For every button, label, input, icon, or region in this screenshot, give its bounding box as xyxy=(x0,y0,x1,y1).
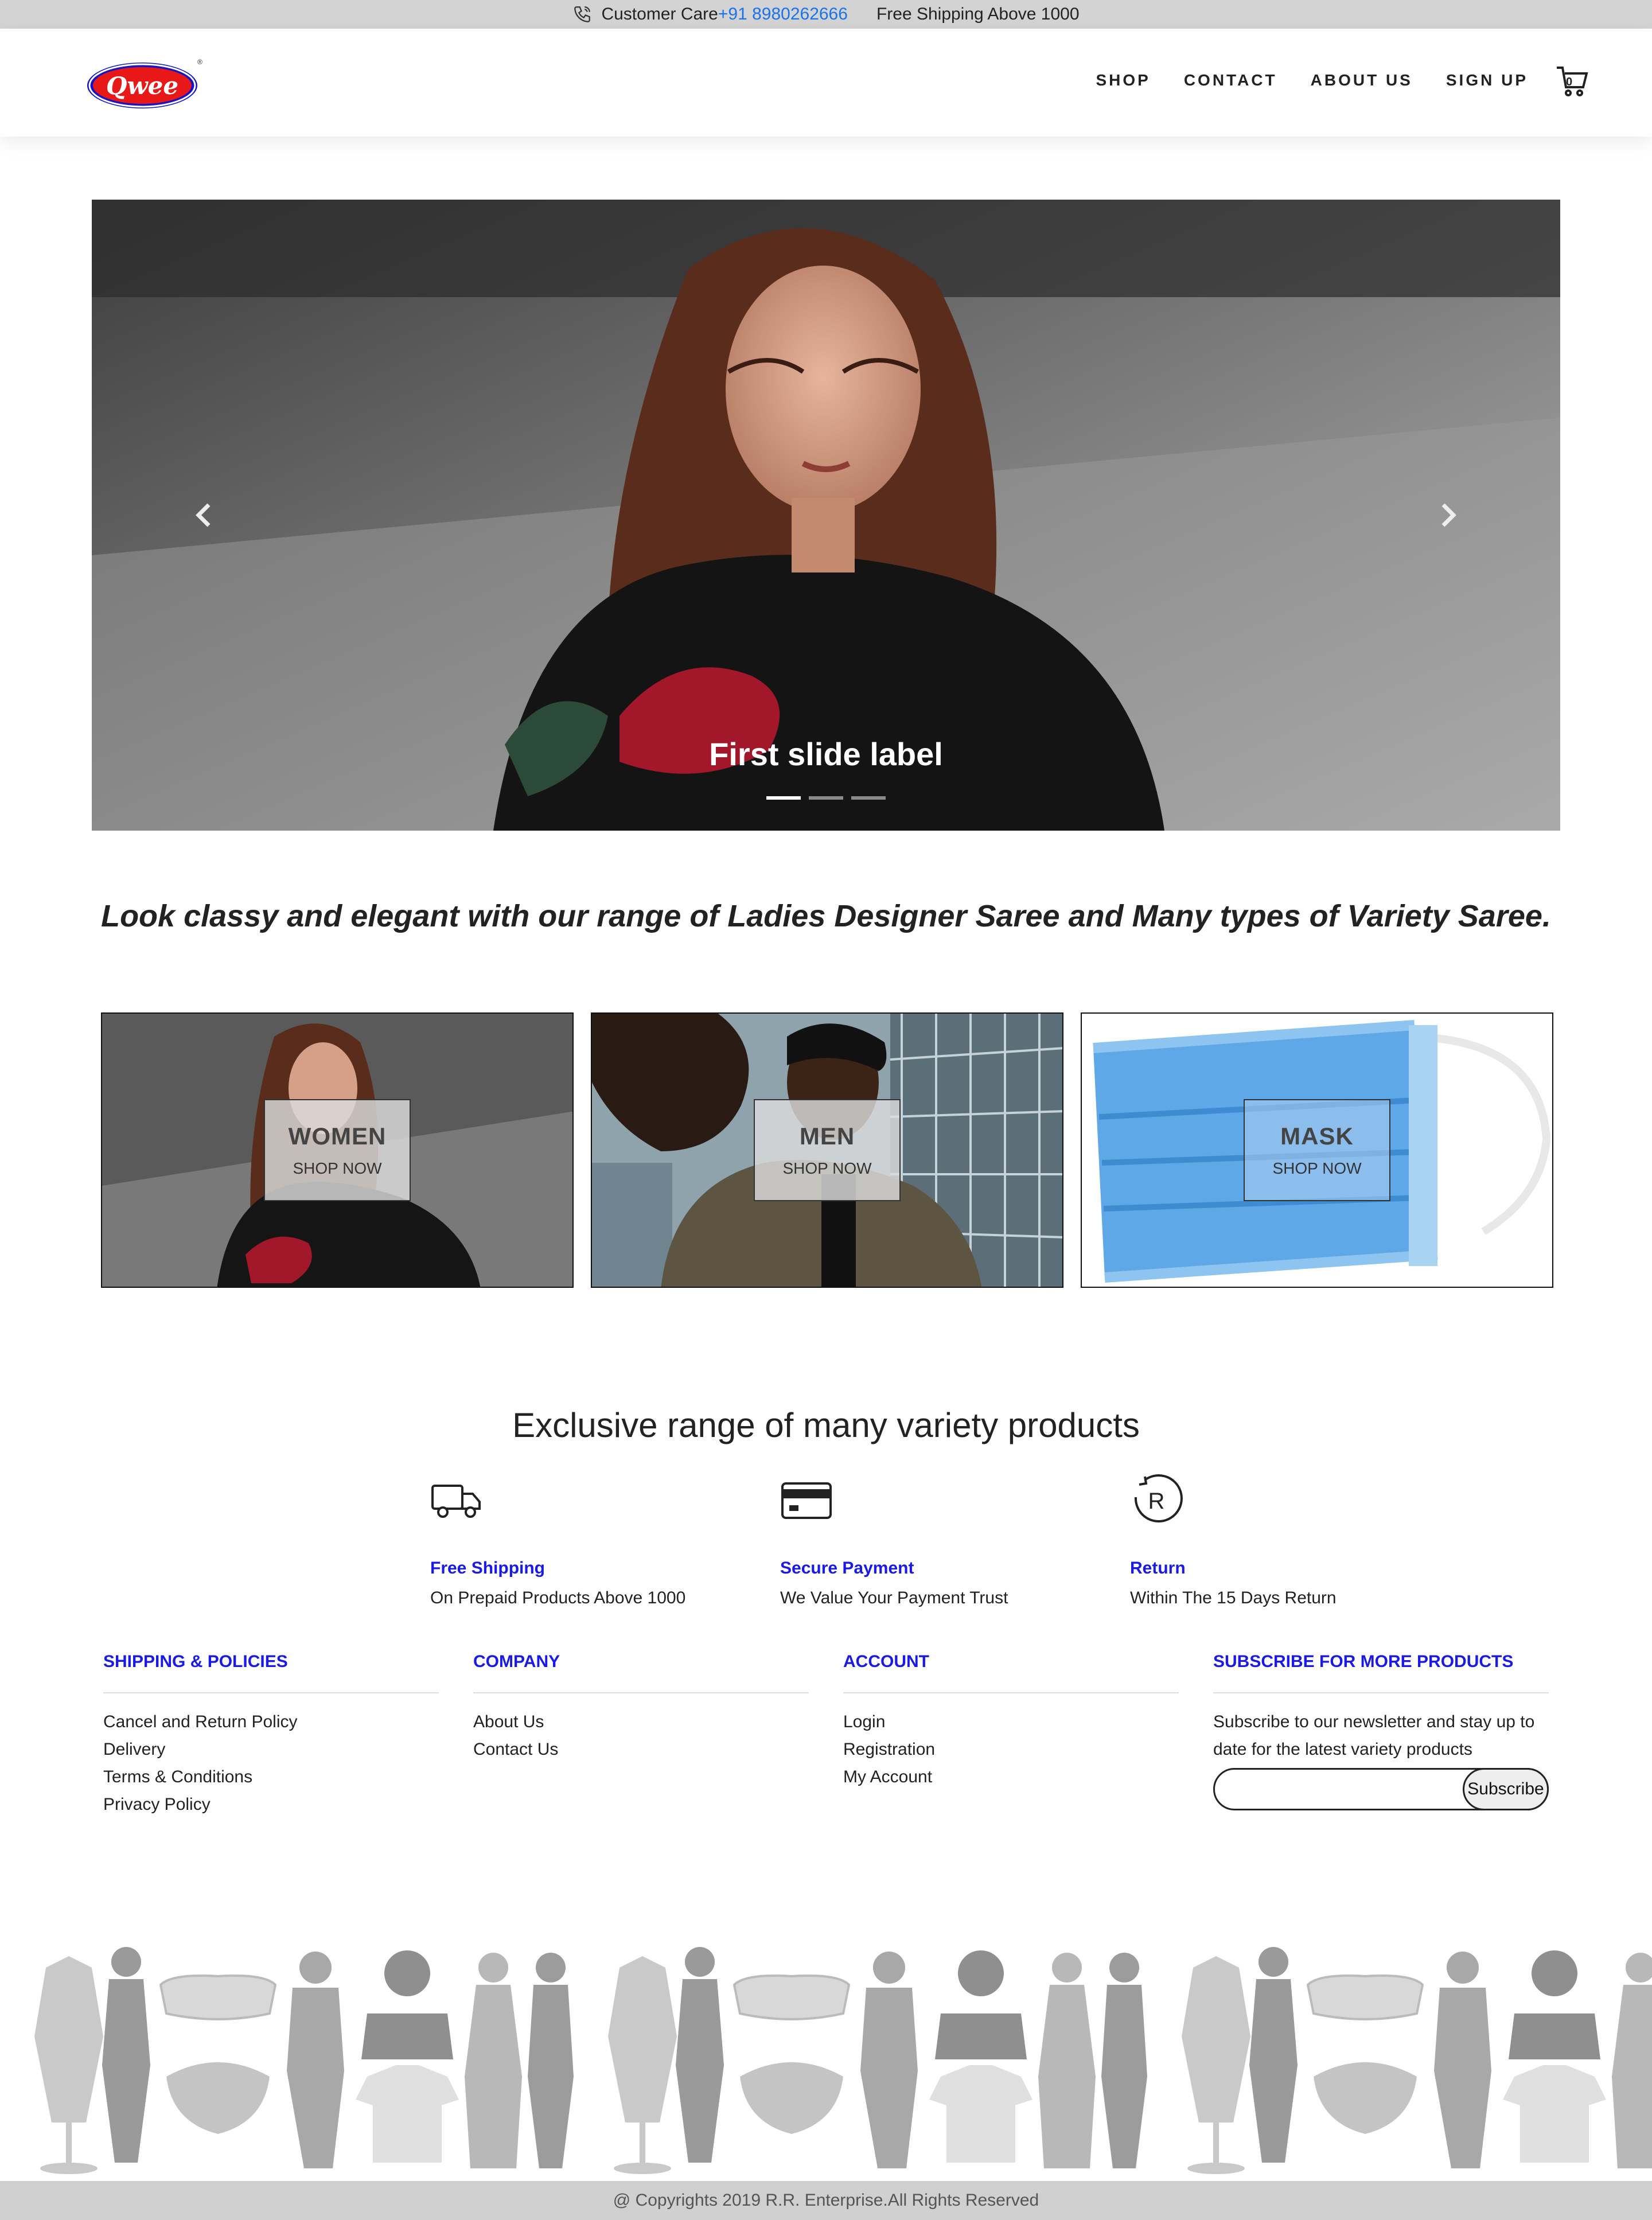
nav-shop[interactable]: SHOP xyxy=(1096,71,1150,89)
footer-link-my-account[interactable]: My Account xyxy=(843,1763,1179,1791)
feature-title: Secure Payment xyxy=(780,1559,914,1578)
subscribe-description: Subscribe to our newsletter and stay up … xyxy=(1213,1712,1535,1759)
footer-col-company: COMPANY About Us Contact Us xyxy=(473,1652,809,1818)
feature-free-shipping: Free Shipping On Prepaid Products Above … xyxy=(430,1474,780,1608)
footer-columns: SHIPPING & POLICIES Cancel and Return Po… xyxy=(103,1652,1549,1818)
category-card-mask[interactable]: MASK SHOP NOW xyxy=(1081,1012,1553,1288)
footer-link-registration[interactable]: Registration xyxy=(843,1736,1179,1763)
feature-title: Return xyxy=(1130,1559,1186,1578)
cart-count: 0 xyxy=(1566,76,1573,88)
nav-sign-up[interactable]: SIGN UP xyxy=(1446,71,1528,89)
site-header: Qwee ® SHOP CONTACT ABOUT US SIGN UP 0 xyxy=(0,29,1652,137)
copyright-bar: @ Copyrights 2019 R.R. Enterprise.All Ri… xyxy=(0,2181,1652,2220)
shop-now-link[interactable]: SHOP NOW xyxy=(293,1159,381,1178)
top-info-bar: Customer Care +91 8980262666 Free Shippi… xyxy=(0,0,1652,29)
tagline: Look classy and elegant with our range o… xyxy=(101,899,1551,933)
customer-care-phone[interactable]: +91 8980262666 xyxy=(718,5,848,24)
footer-link-login[interactable]: Login xyxy=(843,1708,1179,1736)
feature-title: Free Shipping xyxy=(430,1559,546,1578)
cart-button[interactable]: 0 xyxy=(1554,63,1589,98)
svg-text:Qwee: Qwee xyxy=(106,72,178,100)
footer-link-contact-us[interactable]: Contact Us xyxy=(473,1736,809,1763)
hero-carousel: First slide label xyxy=(92,200,1560,831)
carousel-next-button[interactable] xyxy=(1431,498,1466,532)
chevron-right-icon xyxy=(1441,503,1456,527)
truck-icon xyxy=(431,1485,481,1518)
features-row: Free Shipping On Prepaid Products Above … xyxy=(430,1474,1480,1608)
nav-contact[interactable]: CONTACT xyxy=(1184,71,1277,89)
feature-subtitle: We Value Your Payment Trust xyxy=(780,1588,1008,1607)
footer-link-cancel-return[interactable]: Cancel and Return Policy xyxy=(103,1708,439,1736)
footer-link-about-us[interactable]: About Us xyxy=(473,1708,809,1736)
category-card-men[interactable]: MEN SHOP NOW xyxy=(591,1012,1063,1288)
return-icon: R xyxy=(1134,1474,1183,1522)
features-title: Exclusive range of many variety products xyxy=(512,1406,1140,1444)
category-overlay-men: MEN SHOP NOW xyxy=(754,1099,901,1201)
footer-col-account: ACCOUNT Login Registration My Account xyxy=(843,1652,1179,1818)
carousel-caption: First slide label xyxy=(709,736,943,772)
credit-card-icon xyxy=(781,1482,832,1519)
category-title: MASK xyxy=(1280,1123,1354,1150)
footer-heading: ACCOUNT xyxy=(843,1652,1179,1693)
carousel-indicator-3[interactable] xyxy=(851,796,886,800)
footer-col-subscribe: SUBSCRIBE FOR MORE PRODUCTS Subscribe to… xyxy=(1213,1652,1549,1818)
category-card-women[interactable]: WOMEN SHOP NOW xyxy=(101,1012,574,1288)
footer-col-shipping: SHIPPING & POLICIES Cancel and Return Po… xyxy=(103,1652,439,1818)
carousel-indicator-2[interactable] xyxy=(809,796,843,800)
footer-link-terms[interactable]: Terms & Conditions xyxy=(103,1763,439,1791)
category-overlay-mask: MASK SHOP NOW xyxy=(1244,1099,1390,1201)
nav-about-us[interactable]: ABOUT US xyxy=(1311,71,1413,89)
customer-care-label: Customer Care xyxy=(601,5,718,24)
chevron-left-icon xyxy=(196,503,211,527)
svg-text:®: ® xyxy=(197,58,202,66)
category-title: MEN xyxy=(799,1123,855,1150)
footer-heading: SHIPPING & POLICIES xyxy=(103,1652,439,1693)
footer-heading: COMPANY xyxy=(473,1652,809,1693)
footer-link-privacy[interactable]: Privacy Policy xyxy=(103,1791,439,1818)
free-shipping-note: Free Shipping Above 1000 xyxy=(876,5,1080,24)
main-nav: SHOP CONTACT ABOUT US SIGN UP 0 xyxy=(1062,63,1589,98)
shop-now-link[interactable]: SHOP NOW xyxy=(782,1159,871,1178)
feature-subtitle: On Prepaid Products Above 1000 xyxy=(430,1588,686,1607)
feature-secure-payment: Secure Payment We Value Your Payment Tru… xyxy=(780,1474,1130,1608)
feature-return: R Return Within The 15 Days Return xyxy=(1130,1474,1480,1608)
carousel-indicators xyxy=(92,796,1560,800)
footer-illustration xyxy=(0,1933,1652,2181)
feature-subtitle: Within The 15 Days Return xyxy=(1130,1588,1337,1607)
carousel-prev-button[interactable] xyxy=(186,498,221,532)
footer-link-delivery[interactable]: Delivery xyxy=(103,1736,439,1763)
category-title: WOMEN xyxy=(288,1123,387,1150)
shop-now-link[interactable]: SHOP NOW xyxy=(1272,1159,1361,1178)
svg-text:R: R xyxy=(1148,1489,1165,1514)
subscribe-form: Subscribe xyxy=(1213,1768,1549,1810)
category-overlay-women: WOMEN SHOP NOW xyxy=(264,1099,411,1201)
newsletter-email-input[interactable] xyxy=(1215,1770,1462,1809)
category-grid: WOMEN SHOP NOW MEN SHOP NOW MASK SHOP NO… xyxy=(101,1012,1553,1288)
footer-heading: SUBSCRIBE FOR MORE PRODUCTS xyxy=(1213,1652,1549,1693)
phone-icon xyxy=(572,5,592,24)
carousel-indicator-1[interactable] xyxy=(766,796,801,800)
subscribe-button[interactable]: Subscribe xyxy=(1463,1768,1549,1810)
brand-logo[interactable]: Qwee ® xyxy=(85,55,203,112)
